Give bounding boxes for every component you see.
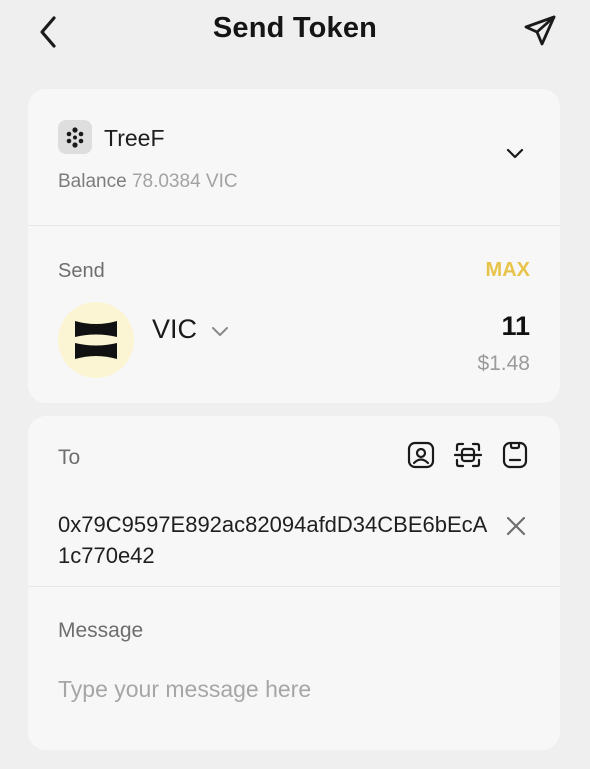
- wallet-dots-icon: [58, 120, 92, 154]
- recipient-address[interactable]: 0x79C9597E892ac82094afdD34CBE6bEcA1c770e…: [58, 509, 488, 571]
- clear-address-button[interactable]: [504, 514, 528, 538]
- token-selector[interactable]: VIC: [152, 311, 229, 347]
- divider: [28, 225, 560, 226]
- send-history-button[interactable]: [520, 10, 560, 52]
- chevron-down-icon: [212, 327, 229, 336]
- scan-qr-icon: [454, 442, 482, 468]
- balance-label: Balance: [58, 171, 127, 192]
- page-title: Send Token: [212, 12, 378, 44]
- send-label: Send: [58, 260, 105, 282]
- to-label: To: [58, 446, 81, 469]
- vic-token-logo: [58, 302, 134, 378]
- paste-button[interactable]: [500, 440, 530, 470]
- clipboard-icon: [502, 441, 528, 469]
- wallet-selector[interactable]: TreeF Balance 78.0384 VIC: [28, 89, 560, 225]
- close-icon: [506, 516, 526, 536]
- address-book-icon: [407, 441, 435, 469]
- max-button[interactable]: MAX: [486, 259, 530, 282]
- message-input[interactable]: [58, 671, 528, 707]
- paper-plane-icon: [524, 15, 556, 46]
- divider: [28, 586, 560, 587]
- token-symbol: VIC: [152, 313, 198, 344]
- scan-qr-button[interactable]: [453, 440, 483, 470]
- send-details-card: TreeF Balance 78.0384 VIC Send MAX VIC 1…: [28, 89, 560, 403]
- address-book-button[interactable]: [406, 440, 436, 470]
- balance-value: 78.0384 VIC: [131, 171, 238, 192]
- wallet-balance: Balance 78.0384 VIC: [58, 171, 238, 193]
- message-label: Message: [58, 619, 144, 642]
- fiat-value: $1.48: [477, 352, 530, 375]
- top-bar: Send Token: [0, 0, 590, 62]
- wallet-name: TreeF: [104, 125, 165, 151]
- chevron-down-icon: [506, 148, 524, 159]
- amount-input[interactable]: 11: [501, 311, 530, 342]
- recipient-card: To 0x79C9597E892ac82094afdD34CBE6bEcA1c7…: [28, 416, 560, 750]
